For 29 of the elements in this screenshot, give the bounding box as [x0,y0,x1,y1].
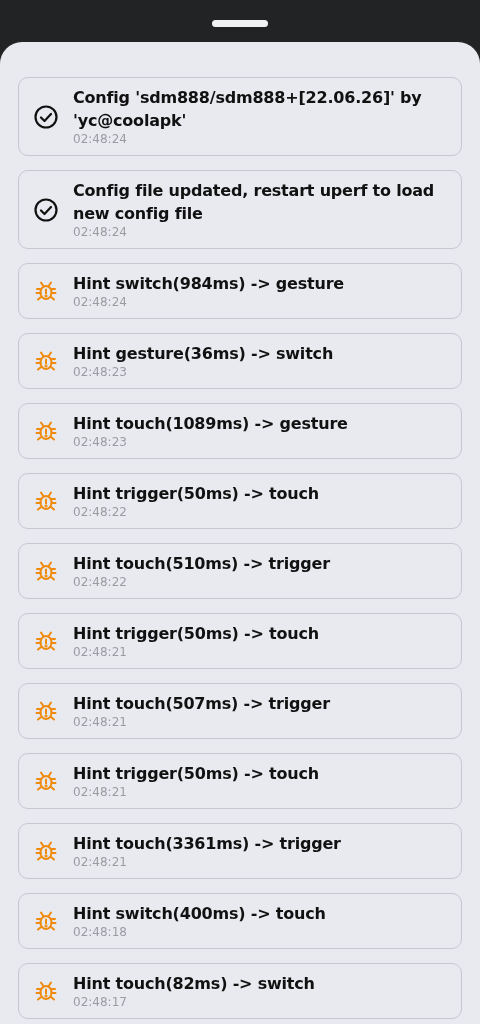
log-time: 02:48:23 [73,435,128,450]
log-time: 02:48:21 [73,855,128,870]
log-time: 02:48:24 [73,225,128,240]
log-time: 02:48:18 [73,925,128,940]
drag-handle[interactable] [212,20,268,27]
log-time: 02:48:22 [73,505,128,520]
log-message: Hint touch(510ms) -> trigger [73,553,330,575]
check-circle-icon [33,196,59,223]
log-message: Hint gesture(36ms) -> switch [73,343,334,365]
log-time: 02:48:21 [73,785,128,800]
log-message: Hint touch(1089ms) -> gesture [73,413,348,435]
log-message: Hint touch(3361ms) -> trigger [73,833,341,855]
log-time: 02:48:22 [73,575,128,590]
log-time: 02:48:23 [73,365,128,380]
log-message: Hint trigger(50ms) -> touch [73,763,319,785]
log-message: Config file updated, restart uperf to load new config file [73,180,436,225]
log-time: 02:48:21 [73,715,128,730]
log-message: Hint trigger(50ms) -> touch [73,483,319,505]
log-message: Hint touch(507ms) -> trigger [73,693,330,715]
log-message: Hint switch(984ms) -> gesture [73,273,344,295]
log-time: 02:48:24 [73,295,128,310]
log-message: Hint touch(82ms) -> switch [73,973,315,995]
log-time: 02:48:17 [73,995,128,1010]
log-message: Hint trigger(50ms) -> touch [73,623,319,645]
log-time: 02:48:24 [73,132,128,147]
check-circle-icon [33,103,59,130]
log-message: Config 'sdm888/sdm888+[22.06.26]' by 'yc@coolapk' [73,87,423,132]
log-message: Hint switch(400ms) -> touch [73,903,326,925]
log-time: 02:48:21 [73,645,128,660]
